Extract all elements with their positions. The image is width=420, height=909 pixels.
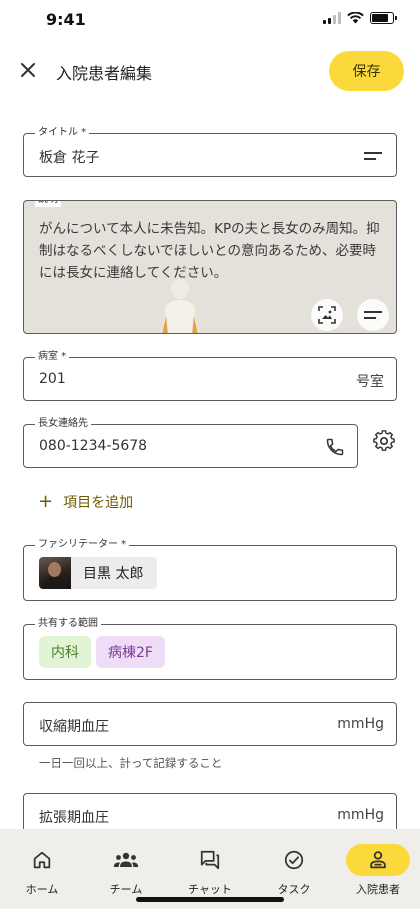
task-check-icon <box>284 850 304 870</box>
room-field-label: 病室 * <box>35 350 70 364</box>
systolic-field[interactable]: 収縮期血圧 mmHg <box>23 702 397 746</box>
description-field[interactable]: 説明 がんについて本人に未告知。KPの夫と長女のみ周知。抑制はなるべくしないでほ… <box>23 200 397 334</box>
nav-team-label: チーム <box>109 883 143 896</box>
change-image-button[interactable] <box>311 299 343 331</box>
facilitator-field-label: ファシリテーター * <box>35 538 130 552</box>
add-item-button[interactable]: + 項目を追加 <box>38 492 133 512</box>
description-field-value: がんについて本人に未告知。KPの夫と長女のみ周知。抑制はなるべくしないでほしいと… <box>39 221 380 281</box>
scope-field[interactable]: 共有する範囲 内科 病棟2F <box>23 617 397 680</box>
short-text-icon <box>364 311 382 319</box>
app-header: 入院患者編集 保存 <box>0 48 420 94</box>
scope-tag-internal-medicine[interactable]: 内科 <box>39 636 91 668</box>
page-title: 入院患者編集 <box>56 64 153 83</box>
phone-icon[interactable] <box>325 437 345 457</box>
nav-inpatients[interactable]: 入院患者 <box>336 829 420 909</box>
status-bar: 9:41 <box>0 0 420 40</box>
diastolic-field-suffix: mmHg <box>337 807 384 823</box>
scope-tag-ward-2f[interactable]: 病棟2F <box>96 636 165 668</box>
systolic-helper-text: 一日一回以上、計って記録すること <box>39 756 223 770</box>
wifi-icon <box>347 12 364 24</box>
status-icons <box>323 12 397 24</box>
short-text-icon <box>364 152 382 160</box>
room-field-value: 201 <box>39 371 66 387</box>
systolic-field-placeholder: 収縮期血圧 <box>39 719 109 735</box>
contact-field-label: 長女連絡先 <box>35 417 91 431</box>
title-field-label: タイトル * <box>35 126 90 140</box>
add-item-label: 項目を追加 <box>63 495 134 511</box>
home-icon <box>33 851 51 869</box>
avatar <box>39 557 71 589</box>
plus-icon: + <box>38 491 54 512</box>
status-time: 9:41 <box>46 10 86 29</box>
room-field[interactable]: 病室 * 201 号室 <box>23 350 397 401</box>
contact-field[interactable]: 長女連絡先 080-1234-5678 <box>23 417 358 468</box>
nav-active-indicator <box>346 844 410 876</box>
nav-home-label: ホーム <box>25 883 59 896</box>
room-field-suffix: 号室 <box>356 374 384 390</box>
nav-home[interactable]: ホーム <box>0 829 84 909</box>
text-format-button[interactable] <box>357 299 389 331</box>
gear-icon[interactable] <box>373 430 395 452</box>
nav-task-label: タスク <box>277 883 311 896</box>
patient-icon <box>370 851 386 869</box>
image-icon <box>318 306 336 324</box>
contact-field-value: 080-1234-5678 <box>39 438 148 454</box>
nav-inpatients-label: 入院患者 <box>356 883 400 896</box>
scope-field-label: 共有する範囲 <box>35 617 101 631</box>
nav-chat-label: チャット <box>188 883 232 896</box>
team-icon <box>113 852 139 867</box>
title-field[interactable]: タイトル * 板倉 花子 <box>23 126 397 177</box>
systolic-field-suffix: mmHg <box>337 716 384 732</box>
chat-icon <box>200 850 220 870</box>
title-field-value: 板倉 花子 <box>39 150 100 166</box>
close-icon[interactable] <box>16 58 40 82</box>
diastolic-field-placeholder: 拡張期血圧 <box>39 810 109 826</box>
facilitator-name: 目黒 太郎 <box>83 566 144 582</box>
facilitator-chip[interactable]: 目黒 太郎 <box>39 557 158 589</box>
facilitator-field[interactable]: ファシリテーター * 目黒 太郎 <box>23 538 397 601</box>
save-button[interactable]: 保存 <box>329 51 404 91</box>
battery-icon <box>370 12 397 24</box>
home-indicator <box>136 897 284 902</box>
description-field-label: 説明 <box>35 201 61 207</box>
cellular-signal-icon <box>323 12 341 24</box>
